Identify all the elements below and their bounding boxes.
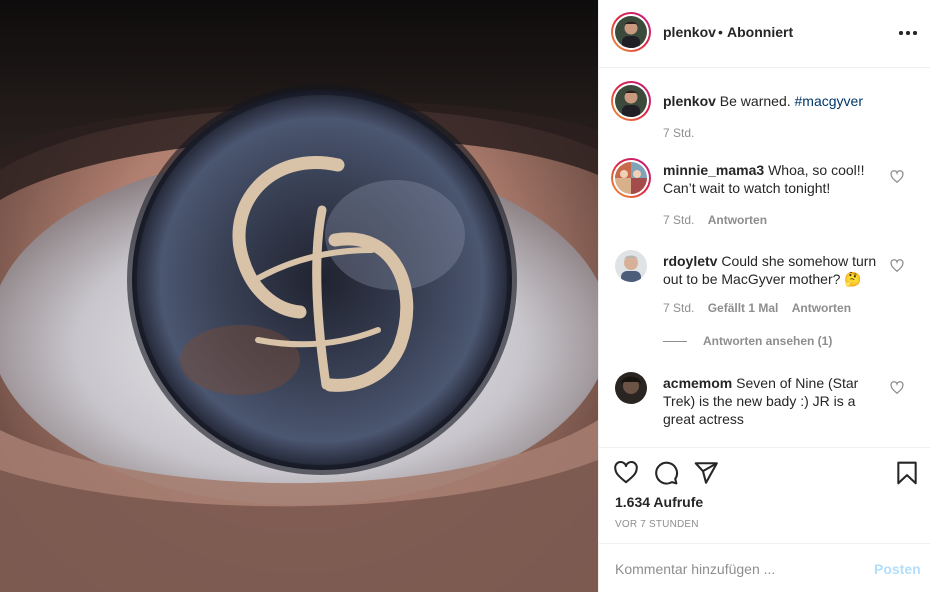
- avatar[interactable]: [611, 12, 651, 52]
- timestamp[interactable]: 7 Std.: [663, 301, 694, 315]
- caption-username[interactable]: plenkov: [663, 93, 716, 109]
- comment-input[interactable]: [615, 558, 855, 580]
- comment-meta: 7 Std. Antworten: [663, 213, 777, 227]
- caption-body: Be warned.: [719, 93, 791, 109]
- avatar-photo-rdoyletv: [615, 250, 647, 282]
- avatar[interactable]: [615, 372, 647, 404]
- post-sidebar: plenkov • Abonniert plenkov Be warned. #…: [598, 0, 930, 592]
- instagram-post: plenkov • Abonniert plenkov Be warned. #…: [0, 0, 930, 592]
- view-count[interactable]: 1.634 Aufrufe: [615, 494, 703, 510]
- post-actions: 1.634 Aufrufe VOR 7 STUNDEN: [599, 447, 930, 543]
- separator-dot: •: [718, 24, 723, 40]
- likes-count[interactable]: Gefällt 1 Mal: [708, 301, 779, 315]
- comment-username[interactable]: minnie_mama3: [663, 162, 764, 178]
- timestamp[interactable]: 7 Std.: [663, 213, 694, 227]
- avatar-photo-plenkov: [615, 16, 647, 48]
- avatar-photo-plenkov: [615, 85, 647, 117]
- post-video[interactable]: [0, 0, 598, 592]
- comment-text: minnie_mama3 Whoa, so cool!! Can’t wait …: [663, 161, 888, 197]
- like-heart-icon[interactable]: [890, 170, 904, 184]
- view-replies-label: Antworten ansehen (1): [703, 334, 833, 348]
- post-comment-button[interactable]: Posten: [874, 561, 921, 577]
- share-icon[interactable]: [693, 460, 719, 486]
- avatar[interactable]: [611, 158, 651, 198]
- heart-icon[interactable]: [613, 460, 639, 486]
- caption-meta: 7 Std.: [663, 126, 704, 140]
- caption-text: plenkov Be warned. #macgyver: [663, 92, 888, 110]
- comment-text: acmemom Seven of Nine (Star Trek) is the…: [663, 374, 888, 428]
- view-replies-button[interactable]: Antworten ansehen (1): [663, 334, 832, 348]
- comment-username[interactable]: acmemom: [663, 375, 732, 391]
- reply-button[interactable]: Antworten: [708, 213, 767, 227]
- avatar-photo-minnie: [615, 162, 647, 194]
- comment-meta: 7 Std. Gefällt 1 Mal Antworten: [663, 301, 861, 315]
- post-header: plenkov • Abonniert: [599, 0, 930, 68]
- comments-list: plenkov Be warned. #macgyver 7 Std. minn…: [599, 69, 930, 447]
- timestamp[interactable]: 7 Std.: [663, 126, 694, 140]
- comment-text: rdoyletv Could she somehow turn out to b…: [663, 252, 888, 288]
- reply-button[interactable]: Antworten: [792, 301, 851, 315]
- avatar[interactable]: [615, 250, 647, 282]
- avatar-photo-acmemom: [615, 372, 647, 404]
- follow-status[interactable]: Abonniert: [727, 24, 793, 40]
- bookmark-icon[interactable]: [894, 460, 920, 486]
- like-heart-icon[interactable]: [890, 259, 904, 273]
- avatar[interactable]: [611, 81, 651, 121]
- comment-icon[interactable]: [653, 460, 679, 486]
- hashtag-link[interactable]: #macgyver: [795, 93, 863, 109]
- like-heart-icon[interactable]: [890, 381, 904, 395]
- eye-closeup-image: [0, 0, 598, 592]
- post-time[interactable]: VOR 7 STUNDEN: [615, 519, 699, 530]
- comment-username[interactable]: rdoyletv: [663, 253, 717, 269]
- username[interactable]: plenkov: [663, 24, 716, 40]
- divider-line: [663, 341, 687, 343]
- add-comment-bar: Posten: [599, 543, 930, 592]
- more-horizontal-icon[interactable]: [897, 14, 921, 50]
